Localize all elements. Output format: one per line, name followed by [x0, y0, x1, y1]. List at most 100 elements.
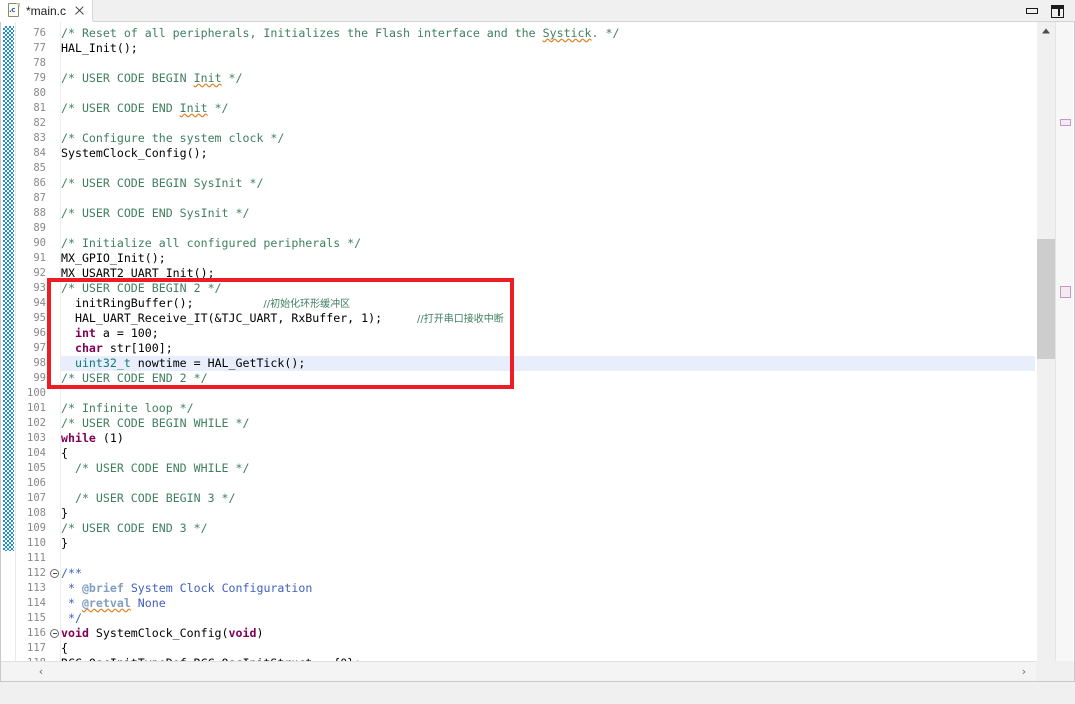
fold-toggle-icon[interactable]: [50, 629, 59, 638]
line-number: 89: [33, 221, 46, 236]
change-marker-bar: [1, 22, 16, 680]
code-line[interactable]: /* Infinite loop */: [61, 401, 194, 416]
scrollbar-corner: [1036, 661, 1074, 681]
line-number: 94: [33, 296, 46, 311]
restore-icon[interactable]: [1051, 5, 1064, 18]
horizontal-scrollbar[interactable]: ‹ ›: [1, 661, 1074, 681]
code-line[interactable]: /* USER CODE END 2 */: [61, 371, 208, 386]
line-number: 92: [33, 266, 46, 281]
fold-toggle-icon[interactable]: [50, 569, 59, 578]
code-line[interactable]: }: [61, 506, 68, 521]
code-line[interactable]: /* USER CODE END 3 */: [61, 521, 208, 536]
code-line[interactable]: /**: [61, 566, 82, 581]
code-line[interactable]: initRingBuffer(); //初始化环形缓冲区: [61, 296, 350, 311]
line-number: 106: [27, 476, 46, 491]
line-number: 98: [33, 356, 46, 371]
line-number: 90: [33, 236, 46, 251]
tab-label: *main.c: [26, 4, 66, 18]
c-file-icon: .c: [7, 3, 21, 18]
minimize-icon[interactable]: [1026, 5, 1038, 17]
code-line[interactable]: /* USER CODE BEGIN SysInit */: [61, 176, 263, 191]
code-line[interactable]: /* USER CODE END Init */: [61, 101, 229, 116]
overview-marker[interactable]: [1060, 286, 1071, 298]
code-line[interactable]: {: [61, 446, 68, 461]
code-line[interactable]: /* Configure the system clock */: [61, 131, 284, 146]
line-number: 97: [33, 341, 46, 356]
code-line[interactable]: {: [61, 641, 68, 656]
line-number: 84: [33, 146, 46, 161]
line-number: 91: [33, 251, 46, 266]
code-line[interactable]: MX_GPIO_Init();: [61, 251, 166, 266]
code-line[interactable]: /* Reset of all peripherals, Initializes…: [61, 26, 619, 41]
vertical-scroll-track[interactable]: [1037, 39, 1055, 663]
line-number: 93: [33, 281, 46, 296]
code-line[interactable]: }: [61, 536, 68, 551]
code-line[interactable]: /* USER CODE END SysInit */: [61, 206, 249, 221]
line-number: 103: [27, 431, 46, 446]
line-number: 85: [33, 161, 46, 176]
chevron-up-icon: [1042, 28, 1050, 33]
line-number: 79: [33, 71, 46, 86]
line-number: 96: [33, 326, 46, 341]
line-number: 107: [27, 491, 46, 506]
code-line[interactable]: MX_USART2_UART_Init();: [61, 266, 215, 281]
code-folding-column[interactable]: [48, 22, 61, 680]
code-line[interactable]: void SystemClock_Config(void): [61, 626, 263, 641]
code-line[interactable]: int a = 100;: [61, 326, 159, 341]
line-number: 83: [33, 131, 46, 146]
line-number: 100: [27, 386, 46, 401]
line-number: 86: [33, 176, 46, 191]
line-number: 111: [27, 551, 46, 566]
code-line[interactable]: uint32_t nowtime = HAL_GetTick();: [61, 356, 305, 371]
line-number: 88: [33, 206, 46, 221]
vertical-scrollbar[interactable]: [1037, 22, 1055, 680]
line-number: 76: [33, 26, 46, 41]
scroll-up-button[interactable]: [1037, 22, 1055, 39]
scroll-left-button[interactable]: ‹: [31, 662, 51, 681]
code-line[interactable]: /* USER CODE BEGIN 2 */: [61, 281, 222, 296]
line-number-gutter: 7677787980818283848586878889909192939495…: [16, 22, 48, 680]
overview-ruler[interactable]: [1055, 22, 1073, 680]
code-line[interactable]: HAL_UART_Receive_IT(&TJC_UART, RxBuffer,…: [61, 311, 504, 326]
line-number: 110: [27, 536, 46, 551]
code-line[interactable]: SystemClock_Config();: [61, 146, 208, 161]
code-line[interactable]: /* USER CODE END WHILE */: [61, 461, 249, 476]
scroll-right-button[interactable]: ›: [1014, 662, 1034, 681]
code-line[interactable]: while (1): [61, 431, 124, 446]
tab-main-c[interactable]: .c *main.c: [0, 0, 93, 22]
code-editor[interactable]: 7677787980818283848586878889909192939495…: [0, 22, 1075, 682]
line-number: 109: [27, 521, 46, 536]
code-line[interactable]: * @brief System Clock Configuration: [61, 581, 312, 596]
line-number: 87: [33, 191, 46, 206]
line-number: 102: [27, 416, 46, 431]
code-line[interactable]: * @retval None: [61, 596, 166, 611]
window-controls: [1026, 0, 1071, 22]
code-line[interactable]: /* USER CODE BEGIN WHILE */: [61, 416, 249, 431]
code-line[interactable]: HAL_Init();: [61, 41, 138, 56]
vertical-scroll-thumb[interactable]: [1037, 239, 1055, 359]
line-number: 95: [33, 311, 46, 326]
code-line[interactable]: /* USER CODE BEGIN Init */: [61, 71, 243, 86]
code-line[interactable]: /* Initialize all configured peripherals…: [61, 236, 361, 251]
close-icon[interactable]: [73, 4, 86, 17]
code-line[interactable]: /* USER CODE BEGIN 3 */: [61, 491, 236, 506]
line-number: 113: [27, 581, 46, 596]
line-number: 108: [27, 506, 46, 521]
line-number: 112: [27, 566, 46, 581]
code-text-area[interactable]: /* Reset of all peripherals, Initializes…: [61, 22, 1035, 680]
line-number: 104: [27, 446, 46, 461]
line-number: 114: [27, 596, 46, 611]
code-line[interactable]: char str[100];: [61, 341, 173, 356]
line-number: 81: [33, 101, 46, 116]
overview-marker[interactable]: [1060, 119, 1071, 126]
line-number: 115: [27, 611, 46, 626]
line-number: 105: [27, 461, 46, 476]
line-number: 77: [33, 41, 46, 56]
line-number: 99: [33, 371, 46, 386]
line-number: 101: [27, 401, 46, 416]
editor-tab-bar: .c *main.c: [0, 0, 1075, 22]
line-number: 82: [33, 116, 46, 131]
line-number: 117: [27, 641, 46, 656]
changed-lines-marker: [3, 26, 14, 551]
code-line[interactable]: */: [61, 611, 82, 626]
